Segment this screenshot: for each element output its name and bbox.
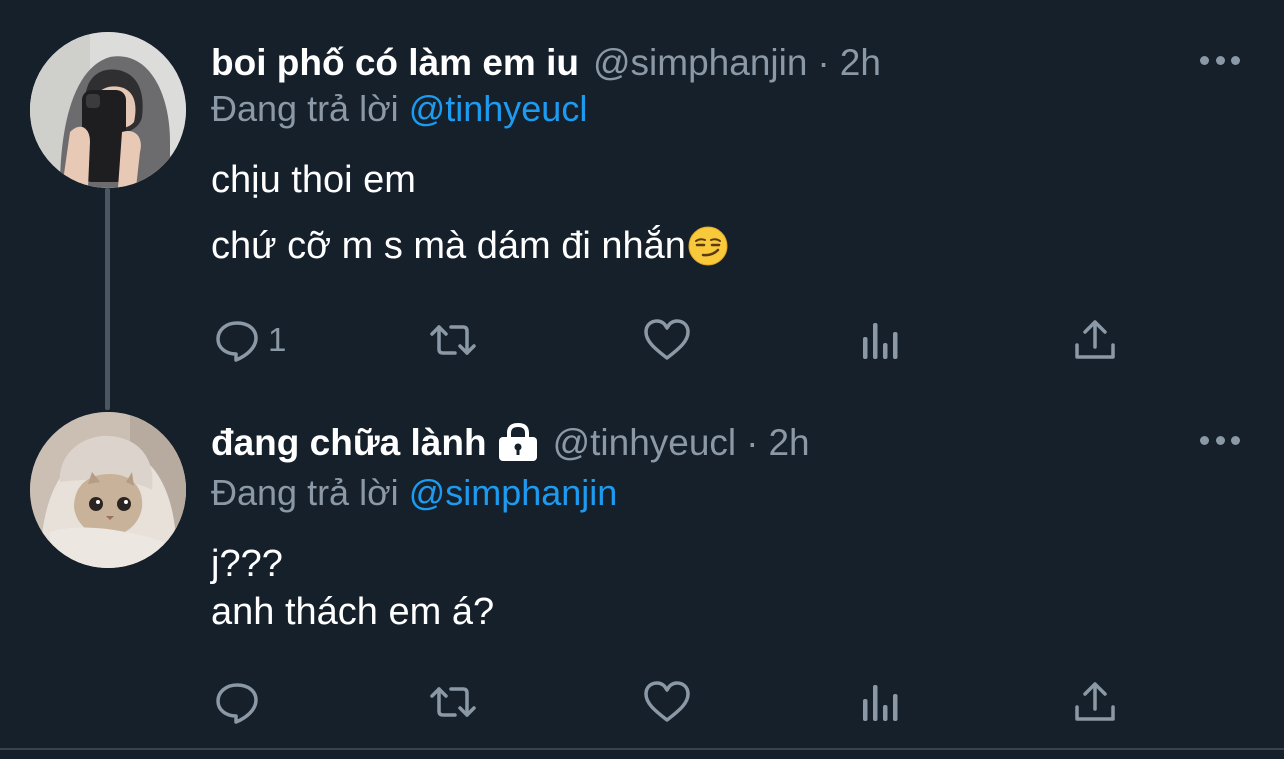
- views-icon: [863, 323, 898, 359]
- avatar[interactable]: [30, 32, 186, 188]
- retweet-button[interactable]: [428, 310, 478, 370]
- action-bar: 1: [0, 310, 1284, 370]
- action-bar: [0, 672, 1284, 732]
- tweet-header: boi phố có làm em iu @simphanjin · 2h: [211, 38, 881, 88]
- separator: ·: [746, 422, 759, 463]
- reply-context: Đang trả lời @tinhyeucl: [211, 88, 587, 130]
- timestamp[interactable]: 2h: [840, 42, 881, 84]
- username[interactable]: @tinhyeucl: [553, 422, 737, 464]
- tweet-header: đang chữa lành @tinhyeucl · 2h: [211, 418, 810, 468]
- share-button[interactable]: [1070, 672, 1120, 732]
- retweet-button[interactable]: [428, 672, 478, 732]
- views-button[interactable]: [856, 672, 906, 732]
- separator: ·: [817, 42, 830, 83]
- smirking-face-emoji: [688, 226, 728, 266]
- share-icon: [1075, 682, 1115, 721]
- more-icon[interactable]: [1200, 54, 1240, 66]
- like-button[interactable]: [642, 672, 692, 732]
- divider: [0, 748, 1284, 750]
- avatar-image: [30, 32, 186, 188]
- views-icon: [863, 685, 898, 721]
- tweet-text-line: j???: [211, 543, 283, 585]
- tweet-text-line: anh thách em á?: [211, 591, 495, 633]
- share-icon: [1075, 320, 1115, 359]
- display-name[interactable]: boi phố có làm em iu: [211, 42, 579, 84]
- lock-icon: [498, 423, 537, 461]
- tweet[interactable]: boi phố có làm em iu @simphanjin · 2h Đa…: [0, 0, 1284, 410]
- retweet-icon: [430, 687, 476, 717]
- tweet[interactable]: đang chữa lành @tinhyeucl · 2h Đang trả …: [0, 378, 1284, 748]
- tweet-text: chứ cỡ m s mà dám đi nhắn: [211, 225, 686, 267]
- retweet-icon: [430, 325, 476, 355]
- more-icon[interactable]: [1200, 434, 1240, 446]
- reply-button[interactable]: 1: [212, 310, 286, 370]
- username[interactable]: @simphanjin: [593, 42, 807, 84]
- display-name[interactable]: đang chữa lành: [211, 422, 487, 464]
- avatar-image: [30, 412, 186, 568]
- avatar[interactable]: [30, 412, 186, 568]
- views-button[interactable]: [856, 310, 906, 370]
- tweet-text-line: chịu thoi em: [211, 159, 416, 201]
- reply-context: Đang trả lời @simphanjin: [211, 472, 617, 514]
- like-icon: [644, 681, 690, 722]
- share-button[interactable]: [1070, 310, 1120, 370]
- reply-prefix: Đang trả lời: [211, 88, 399, 129]
- tweet-text-line: chứ cỡ m s mà dám đi nhắn: [211, 224, 728, 268]
- thread-line: [105, 188, 110, 410]
- like-icon: [644, 319, 690, 360]
- reply-count: 1: [268, 321, 287, 358]
- reply-icon: [216, 321, 258, 362]
- timestamp[interactable]: 2h: [768, 422, 809, 464]
- reply-mention[interactable]: @simphanjin: [409, 472, 618, 513]
- like-button[interactable]: [642, 310, 692, 370]
- reply-prefix: Đang trả lời: [211, 472, 399, 513]
- reply-button[interactable]: [212, 672, 268, 732]
- reply-icon: [216, 683, 258, 724]
- reply-mention[interactable]: @tinhyeucl: [409, 88, 588, 129]
